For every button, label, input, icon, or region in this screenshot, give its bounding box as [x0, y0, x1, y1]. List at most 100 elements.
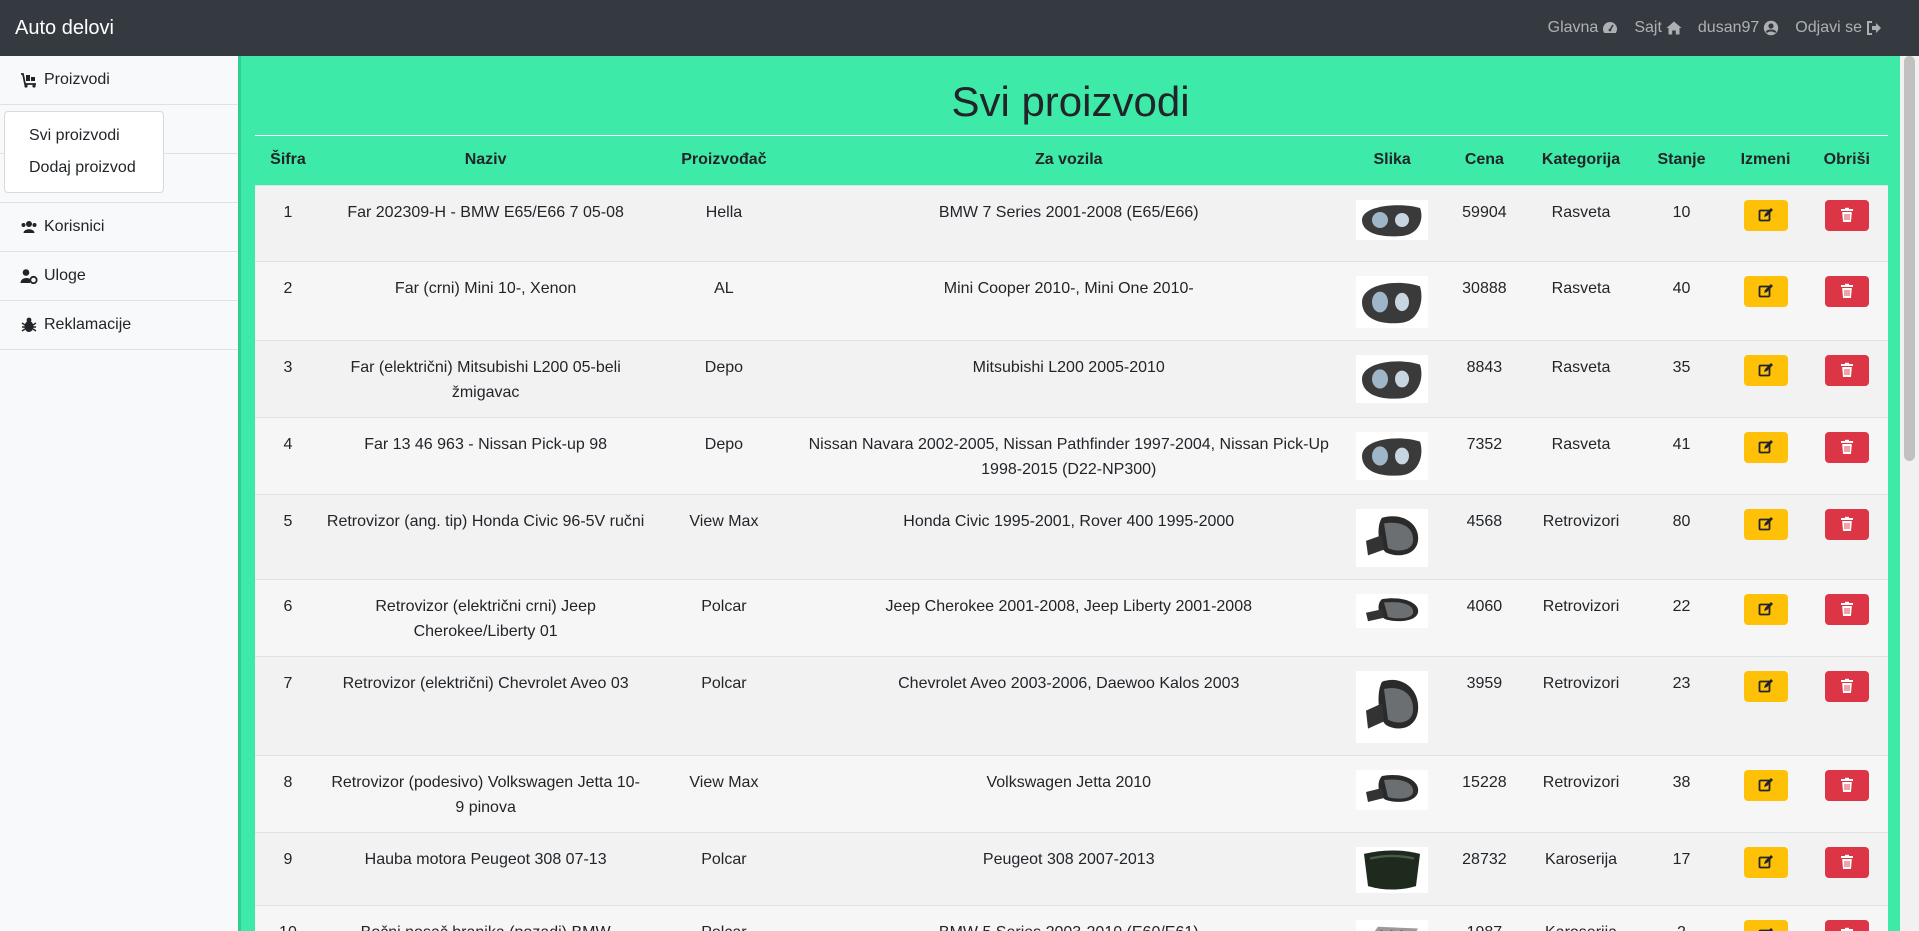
cell-kategorija: Karoserija — [1524, 831, 1638, 905]
nav-link-label: Glavna — [1547, 19, 1599, 36]
column-header: Za vozila — [1034, 151, 1103, 169]
cell-proizvodjac: View Max — [650, 493, 798, 579]
column-header: Šifra — [270, 151, 306, 169]
cell-proizvodjac: Polcar — [650, 904, 798, 931]
products-table: Šifra Naziv Proizvođač Za vozila Slika C… — [255, 136, 1888, 931]
nav-link-label: Odjavi se — [1795, 19, 1862, 36]
edit-button[interactable] — [1743, 769, 1788, 801]
cell-obrisi — [1805, 493, 1888, 579]
sidebar-item-uloge[interactable]: Uloge — [0, 252, 238, 301]
cell-obrisi — [1805, 754, 1888, 832]
cell-izmeni — [1725, 339, 1806, 417]
dropdown-item-svi-proizvodi[interactable]: Svi proizvodi — [5, 120, 163, 152]
delete-button[interactable] — [1824, 354, 1869, 386]
sidebar: Proizvodi Korisnici Uloge Reklamacije Sv… — [0, 56, 238, 931]
table-row: 1 Far 202309-H - BMW E65/E66 7 05-08 Hella… — [255, 184, 1888, 261]
nav-link-logout[interactable]: Odjavi se — [1795, 19, 1882, 37]
edit-icon — [1758, 440, 1773, 454]
cell-naziv: Retrovizor (ang. tip) Honda Civic 96-5V … — [320, 493, 651, 579]
cell-sifra: 9 — [255, 831, 321, 905]
cell-izmeni — [1725, 578, 1806, 656]
scrollbar-thumb[interactable] — [1904, 56, 1915, 461]
cell-naziv: Retrovizor (električni) Chevrolet Aveo 0… — [320, 655, 651, 755]
sign-out-icon — [1866, 20, 1882, 36]
sidebar-item-reklamacije[interactable]: Reklamacije — [0, 301, 238, 350]
trash-icon — [1840, 283, 1853, 298]
sidebar-item-proizvodi[interactable]: Proizvodi — [0, 56, 238, 105]
cell-slika — [1340, 184, 1445, 261]
cell-sifra: 1 — [255, 184, 321, 261]
trash-icon — [1840, 601, 1853, 616]
bug-icon — [20, 317, 38, 333]
edit-button[interactable] — [1743, 508, 1788, 540]
column-header: Naziv — [464, 151, 507, 169]
delete-button[interactable] — [1824, 670, 1869, 702]
mirror-image — [1356, 670, 1429, 743]
cell-cena: 4568 — [1444, 493, 1525, 579]
table-row: 9 Hauba motora Peugeot 308 07-13 Polcar Peu… — [255, 831, 1888, 905]
cell-sifra: 4 — [255, 416, 321, 494]
cell-stanje: 2 — [1637, 904, 1726, 931]
cell-kategorija: Retrovizori — [1524, 754, 1638, 832]
table-row: 5 Retrovizor (ang. tip) Honda Civic 96-5V… — [255, 493, 1888, 579]
nav-link-glavna[interactable]: Glavna — [1548, 19, 1619, 37]
edit-icon — [1758, 517, 1773, 531]
cell-cena: 3959 — [1444, 655, 1525, 755]
edit-button[interactable] — [1743, 354, 1788, 386]
column-header: Kategorija — [1541, 151, 1621, 169]
cell-naziv: Bočni nosač branika (pozadi) BMW — [320, 904, 651, 931]
cell-stanje: 80 — [1637, 493, 1726, 579]
cell-vozila: BMW 7 Series 2001-2008 (E65/E66) — [797, 184, 1340, 261]
cell-slika — [1340, 831, 1445, 905]
edit-button[interactable] — [1743, 431, 1788, 463]
cell-vozila: Mini Cooper 2010-, Mini One 2010- — [797, 260, 1340, 340]
column-header: Izmeni — [1740, 151, 1791, 169]
navbar-links: Glavna Sajt dusan97 Odjavi se — [1548, 19, 1882, 37]
brand-title[interactable]: Auto delovi — [15, 17, 114, 40]
edit-button[interactable] — [1743, 199, 1788, 231]
cell-obrisi — [1805, 339, 1888, 417]
sidebar-item-label: Proizvodi — [44, 71, 110, 88]
delete-button[interactable] — [1824, 275, 1869, 307]
dolly-icon — [20, 72, 38, 88]
delete-button[interactable] — [1824, 846, 1869, 878]
column-header: Cena — [1464, 151, 1504, 169]
delete-button[interactable] — [1824, 593, 1869, 625]
cell-obrisi — [1805, 831, 1888, 905]
cell-stanje: 22 — [1637, 578, 1726, 656]
mirror-image — [1356, 508, 1429, 567]
cell-izmeni — [1725, 260, 1806, 340]
delete-button[interactable] — [1824, 769, 1869, 801]
edit-button[interactable] — [1743, 275, 1788, 307]
cell-slika — [1340, 493, 1445, 579]
delete-button[interactable] — [1824, 431, 1869, 463]
dashboard-icon — [1602, 20, 1618, 36]
page-scrollbar[interactable] — [1900, 56, 1919, 931]
cell-cena: 28732 — [1444, 831, 1525, 905]
table-row: 10Bočni nosač branika (pozadi) BMWPolcar… — [255, 904, 1888, 931]
cell-cena: 30888 — [1444, 260, 1525, 340]
edit-icon — [1758, 284, 1773, 298]
sidebar-item-korisnici[interactable]: Korisnici — [0, 203, 238, 252]
cell-sifra: 5 — [255, 493, 321, 579]
main-content: Svi proizvodi Šifra Naziv Proizvođač Za … — [238, 56, 1900, 931]
delete-button[interactable] — [1824, 199, 1869, 231]
trash-icon — [1840, 362, 1853, 377]
dropdown-item-dodaj-proizvod[interactable]: Dodaj proizvod — [5, 152, 163, 184]
edit-icon — [1758, 363, 1773, 377]
nav-link-user[interactable]: dusan97 — [1698, 19, 1779, 37]
trash-icon — [1840, 207, 1853, 222]
cell-stanje: 35 — [1637, 339, 1726, 417]
edit-button[interactable] — [1743, 846, 1788, 878]
edit-button[interactable] — [1743, 670, 1788, 702]
cell-slika — [1340, 578, 1445, 656]
delete-button[interactable] — [1824, 919, 1869, 931]
edit-button[interactable] — [1743, 919, 1788, 931]
cell-cena: 8843 — [1444, 339, 1525, 417]
cell-stanje: 38 — [1637, 754, 1726, 832]
delete-button[interactable] — [1824, 508, 1869, 540]
edit-button[interactable] — [1743, 593, 1788, 625]
cell-kategorija: Karoserija — [1524, 904, 1638, 931]
nav-link-sajt[interactable]: Sajt — [1634, 19, 1682, 37]
cell-vozila: BMW 5 Series 2003-2010 (E60/E61) — [797, 904, 1340, 931]
